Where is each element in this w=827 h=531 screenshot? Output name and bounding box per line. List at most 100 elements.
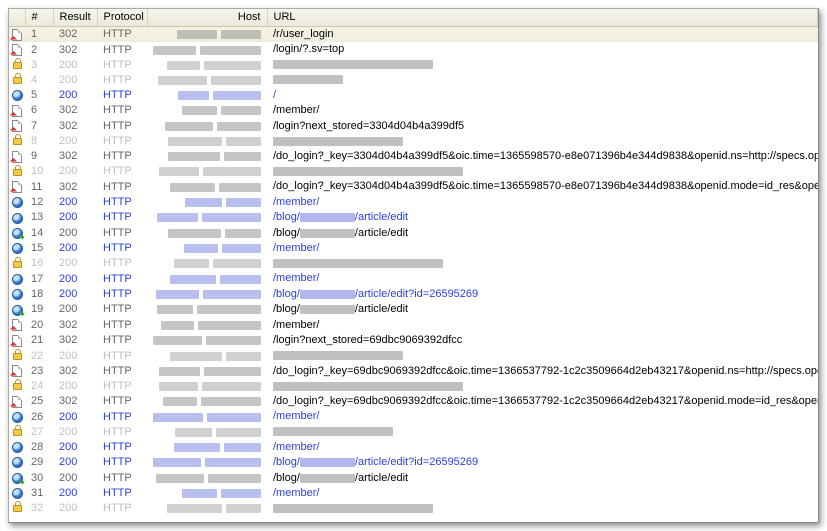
table-row[interactable]: 6302HTTP/member/ [9, 103, 818, 118]
row-number: 25 [25, 394, 53, 409]
table-row[interactable]: 21302HTTP/login?next_stored=69dbc9069392… [9, 333, 818, 348]
table-row[interactable]: 4200HTTP [9, 73, 818, 88]
row-protocol: HTTP [97, 394, 147, 409]
col-host[interactable]: Host [147, 9, 267, 27]
redacted-host [221, 106, 261, 115]
page-redirect-icon [12, 44, 22, 56]
table-row[interactable]: 27200HTTP [9, 425, 818, 440]
table-row[interactable]: 28200HTTP/member/ [9, 440, 818, 455]
redacted-segment [300, 458, 355, 467]
row-host [147, 42, 267, 57]
table-row[interactable]: 32200HTTP [9, 501, 818, 516]
row-number: 14 [25, 226, 53, 241]
table-row[interactable]: 20302HTTP/member/ [9, 318, 818, 333]
table-row[interactable]: 16200HTTP [9, 256, 818, 271]
row-icon-cell [9, 425, 25, 440]
row-result: 302 [53, 103, 97, 118]
table-row[interactable]: 7302HTTP/login?next_stored=3304d04b4a399… [9, 119, 818, 134]
redacted-segment [273, 504, 433, 513]
redacted-host [153, 46, 196, 55]
col-icon[interactable] [9, 9, 25, 27]
col-protocol[interactable]: Protocol [97, 9, 147, 27]
table-row[interactable]: 11302HTTP/do_login?_key=3304d04b4a399df5… [9, 179, 818, 194]
lock-icon [13, 62, 22, 69]
row-icon-cell [9, 471, 25, 486]
redacted-host [153, 458, 201, 467]
table-row[interactable]: 31200HTTP/member/ [9, 486, 818, 501]
row-host [147, 455, 267, 470]
redacted-host [222, 244, 261, 253]
redacted-host [174, 443, 221, 452]
row-result: 302 [53, 27, 97, 43]
table-row[interactable]: 12200HTTP/member/ [9, 195, 818, 210]
row-number: 30 [25, 471, 53, 486]
table-row[interactable]: 17200HTTP/member/ [9, 271, 818, 286]
redacted-host [219, 183, 261, 192]
row-host [147, 210, 267, 225]
row-host [147, 364, 267, 379]
table-header[interactable]: # Result Protocol Host URL [9, 9, 818, 27]
table-row[interactable]: 29200HTTP/blog//article/edit?id=26595269 [9, 455, 818, 470]
row-icon-cell [9, 302, 25, 317]
table-row[interactable]: 22200HTTP [9, 349, 818, 364]
table-row[interactable]: 14200HTTP/blog//article/edit [9, 226, 818, 241]
row-url: /blog//article/edit [267, 210, 818, 225]
row-url: /blog//article/edit?id=26595269 [267, 455, 818, 470]
table-row[interactable]: 2302HTTP/login/?.sv=top [9, 42, 818, 57]
row-result: 200 [53, 455, 97, 470]
table-row[interactable]: 1302HTTP/r/user_login [9, 27, 818, 43]
row-protocol: HTTP [97, 27, 147, 43]
row-protocol: HTTP [97, 302, 147, 317]
redacted-segment [273, 75, 343, 84]
row-host [147, 287, 267, 302]
table-row[interactable]: 3200HTTP [9, 58, 818, 73]
row-number: 16 [25, 256, 53, 271]
col-url[interactable]: URL [267, 9, 818, 27]
row-number: 22 [25, 349, 53, 364]
row-icon-cell [9, 409, 25, 424]
row-icon-cell [9, 241, 25, 256]
redacted-host [221, 489, 261, 498]
url-text: /member/ [273, 196, 319, 208]
table-row[interactable]: 19200HTTP/blog//article/edit [9, 302, 818, 317]
table-row[interactable]: 25302HTTP/do_login?_key=69dbc9069392dfcc… [9, 394, 818, 409]
redacted-host [168, 229, 220, 238]
redacted-host [182, 106, 217, 115]
row-icon-cell [9, 58, 25, 73]
row-host [147, 27, 267, 43]
redacted-host [213, 259, 261, 268]
col-number[interactable]: # [25, 9, 53, 27]
row-host [147, 88, 267, 103]
table-row[interactable]: 30200HTTP/blog//article/edit [9, 471, 818, 486]
row-url: /do_login?_key=3304d04b4a399df5&oic.time… [267, 179, 818, 194]
row-icon-cell [9, 364, 25, 379]
row-host [147, 134, 267, 149]
table-row[interactable]: 10200HTTP [9, 164, 818, 179]
col-result[interactable]: Result [53, 9, 97, 27]
row-host [147, 164, 267, 179]
table-row[interactable]: 13200HTTP/blog//article/edit [9, 210, 818, 225]
redacted-host [226, 137, 261, 146]
table-row[interactable]: 8200HTTP [9, 134, 818, 149]
http-sessions-table[interactable]: # Result Protocol Host URL 1302HTTP/r/us… [9, 9, 818, 516]
table-row[interactable]: 18200HTTP/blog//article/edit?id=26595269 [9, 287, 818, 302]
row-number: 6 [25, 103, 53, 118]
table-row[interactable]: 24200HTTP [9, 379, 818, 394]
redacted-host [156, 474, 204, 483]
url-text: /member/ [273, 319, 319, 331]
redacted-host [226, 352, 261, 361]
table-row[interactable]: 5200HTTP/ [9, 88, 818, 103]
table-row[interactable]: 15200HTTP/member/ [9, 241, 818, 256]
row-result: 200 [53, 241, 97, 256]
row-number: 8 [25, 134, 53, 149]
row-result: 302 [53, 333, 97, 348]
row-host [147, 333, 267, 348]
table-row[interactable]: 26200HTTP/member/ [9, 409, 818, 424]
row-result: 200 [53, 425, 97, 440]
row-url: /member/ [267, 103, 818, 118]
globe-icon [12, 243, 23, 254]
redacted-host [224, 443, 261, 452]
redacted-host [174, 259, 208, 268]
table-row[interactable]: 23302HTTP/do_login?_key=69dbc9069392dfcc… [9, 364, 818, 379]
table-row[interactable]: 9302HTTP/do_login?_key=3304d04b4a399df5&… [9, 149, 818, 164]
